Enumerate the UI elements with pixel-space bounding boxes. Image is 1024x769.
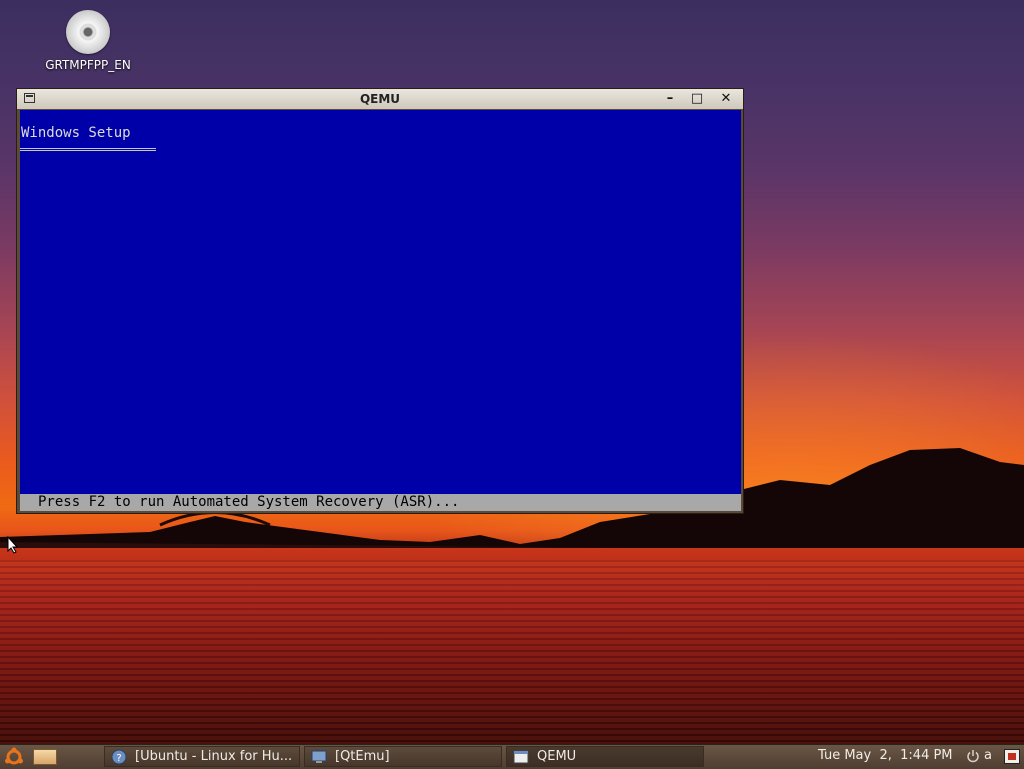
taskbar-item-label: QEMU	[537, 749, 577, 764]
emulator-screen[interactable]: Windows Setup	[20, 110, 741, 494]
window-title: QEMU	[359, 92, 401, 106]
qemu-window[interactable]: QEMU – □ ✕ Windows Setup Press F2 to run…	[16, 88, 744, 514]
mouse-cursor-icon	[7, 536, 19, 554]
notification-icon[interactable]	[1004, 749, 1020, 764]
taskbar-item-label: [QtEmu]	[335, 749, 390, 764]
taskbar-item-ubuntu[interactable]: ? [Ubuntu - Linux for Hu...	[104, 746, 300, 767]
clock[interactable]: Tue May 2, 1:44 PM	[818, 748, 953, 763]
ubuntu-menu-icon[interactable]	[4, 747, 24, 767]
setup-status-text: Press F2 to run Automated System Recover…	[38, 494, 460, 510]
setup-heading: Windows Setup	[21, 125, 131, 141]
keyboard-indicator[interactable]: a	[984, 748, 992, 763]
maximize-button[interactable]: □	[689, 91, 705, 107]
setup-status-bar: Press F2 to run Automated System Recover…	[20, 494, 741, 511]
desktop-icon-label: GRTMPFPP_EN	[45, 58, 131, 72]
show-desktop-icon[interactable]	[33, 749, 57, 765]
monitor-icon	[311, 750, 327, 763]
bottom-panel: ? [Ubuntu - Linux for Hu... [QtEmu] QEMU…	[0, 744, 1024, 769]
window-icon	[513, 750, 529, 764]
desktop-icon-cd[interactable]: GRTMPFPP_EN	[36, 10, 140, 80]
taskbar-item-qemu[interactable]: QEMU	[506, 746, 704, 767]
cd-disc-icon	[66, 10, 110, 54]
setup-heading-underline	[20, 148, 156, 151]
power-icon[interactable]	[966, 749, 980, 763]
browser-help-icon: ?	[111, 749, 127, 765]
taskbar-item-label: [Ubuntu - Linux for Hu...	[135, 749, 293, 764]
close-button[interactable]: ✕	[718, 91, 734, 107]
minimize-button[interactable]: –	[662, 91, 678, 107]
svg-text:?: ?	[116, 753, 121, 764]
taskbar-item-qtemu[interactable]: [QtEmu]	[304, 746, 502, 767]
window-titlebar[interactable]: QEMU – □ ✕	[17, 89, 743, 109]
water-ripples	[0, 560, 1024, 744]
